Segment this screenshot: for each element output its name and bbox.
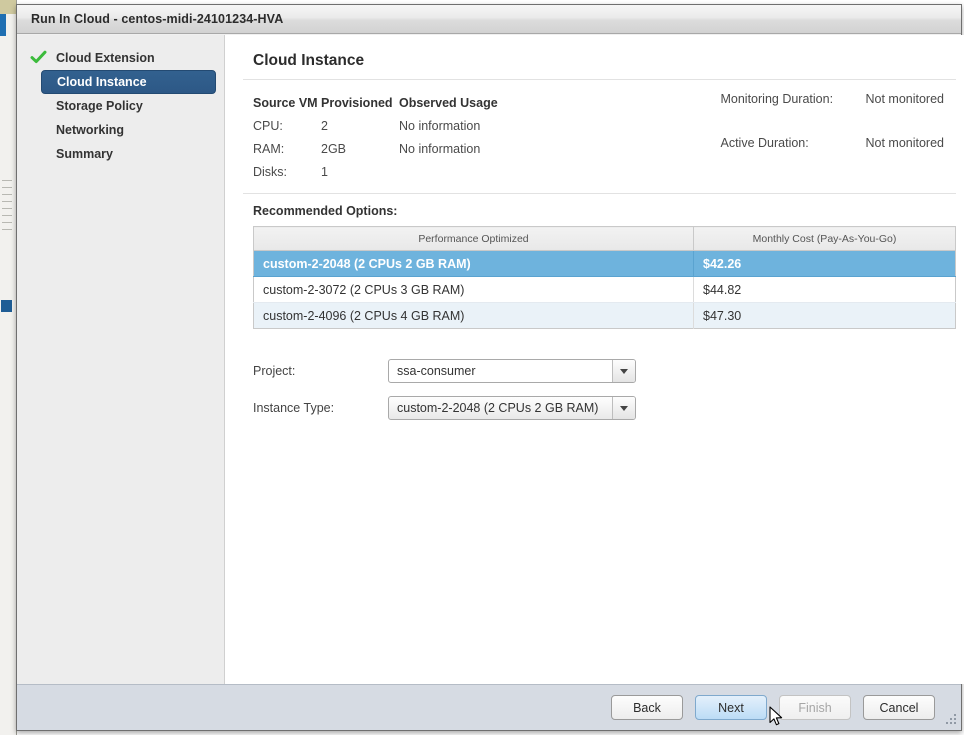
monitoring-duration-row: Monitoring Duration: Not monitored <box>720 92 944 136</box>
wizard-step-sidebar: Cloud Extension Cloud Instance Storage P… <box>17 35 225 684</box>
summary-table: Source VM Provisioned Observed Usage CPU… <box>253 91 599 183</box>
active-duration-row: Active Duration: Not monitored <box>720 136 944 180</box>
summary-row-cpu: CPU: 2 No information <box>253 114 599 137</box>
sidebar-item-label: Storage Policy <box>56 99 143 113</box>
active-duration-label: Active Duration: <box>720 136 809 150</box>
recommended-options-table[interactable]: Performance Optimized Monthly Cost (Pay-… <box>253 226 956 329</box>
green-check-icon <box>30 49 47 66</box>
dialog-titlebar[interactable]: Run In Cloud - centos-midi-24101234-HVA <box>17 5 961 34</box>
sidebar-item-cloud-extension[interactable]: Cloud Extension <box>30 46 216 70</box>
chevron-down-icon[interactable] <box>612 360 635 382</box>
summary-observed: No information <box>399 118 481 133</box>
background-window-highlight <box>1 300 12 312</box>
sidebar-item-networking[interactable]: Networking <box>41 118 216 142</box>
summary-header-source-vm: Source VM <box>253 95 318 110</box>
instance-form: Project: ssa-consumer Instance Type: cus… <box>243 329 956 422</box>
sidebar-item-storage-policy[interactable]: Storage Policy <box>41 94 216 118</box>
summary-header-provisioned: Provisioned <box>321 95 393 110</box>
option-cost: $42.26 <box>693 250 956 277</box>
run-in-cloud-dialog: Run In Cloud - centos-midi-24101234-HVA … <box>16 4 964 731</box>
monitoring-duration-label: Monitoring Duration: <box>720 92 834 106</box>
sidebar-item-label: Cloud Instance <box>57 75 147 89</box>
cancel-button[interactable]: Cancel <box>863 695 935 720</box>
option-cost: $44.82 <box>693 276 956 303</box>
sidebar-item-label: Summary <box>56 147 113 161</box>
summary-row-disks: Disks: 1 <box>253 160 599 183</box>
recommended-options-label: Recommended Options: <box>253 204 398 218</box>
active-duration-value: Not monitored <box>865 136 944 150</box>
dialog-body: Cloud Extension Cloud Instance Storage P… <box>17 35 964 684</box>
table-row[interactable]: custom-2-3072 (2 CPUs 3 GB RAM) $44.82 <box>253 276 956 303</box>
dialog-title: Run In Cloud - centos-midi-24101234-HVA <box>31 12 284 26</box>
column-header-performance-optimized[interactable]: Performance Optimized <box>253 226 694 251</box>
option-cost: $47.30 <box>693 302 956 329</box>
background-window-list <box>2 180 12 380</box>
summary-label: RAM: <box>253 141 285 156</box>
background-window-accent <box>0 14 6 36</box>
option-name: custom-2-4096 (2 CPUs 4 GB RAM) <box>253 302 694 329</box>
column-header-monthly-cost[interactable]: Monthly Cost (Pay-As-You-Go) <box>693 226 956 251</box>
project-label: Project: <box>253 364 296 378</box>
chevron-down-icon[interactable] <box>612 397 635 419</box>
instance-type-select-value: custom-2-2048 (2 CPUs 2 GB RAM) <box>397 401 599 415</box>
project-row: Project: ssa-consumer <box>253 357 956 385</box>
summary-provisioned: 2GB <box>321 141 347 156</box>
table-header-row: Performance Optimized Monthly Cost (Pay-… <box>253 226 956 251</box>
dialog-footer: Back Next Finish Cancel <box>17 684 961 730</box>
table-row[interactable]: custom-2-4096 (2 CPUs 4 GB RAM) $47.30 <box>253 302 956 329</box>
instance-type-select[interactable]: custom-2-2048 (2 CPUs 2 GB RAM) <box>388 396 636 420</box>
sidebar-item-label: Networking <box>56 123 125 137</box>
option-name: custom-2-3072 (2 CPUs 3 GB RAM) <box>253 276 694 303</box>
next-button[interactable]: Next <box>695 695 767 720</box>
instance-type-row: Instance Type: custom-2-2048 (2 CPUs 2 G… <box>253 394 956 422</box>
back-button[interactable]: Back <box>611 695 683 720</box>
summary-label: CPU: <box>253 118 283 133</box>
page-title: Cloud Instance <box>253 52 365 69</box>
monitoring-summary: Monitoring Duration: Not monitored Activ… <box>720 91 956 183</box>
summary-row-ram: RAM: 2GB No information <box>253 137 599 160</box>
instance-type-label: Instance Type: <box>253 401 335 415</box>
sidebar-item-summary[interactable]: Summary <box>41 142 216 166</box>
monitoring-duration-value: Not monitored <box>865 92 944 106</box>
table-row[interactable]: custom-2-2048 (2 CPUs 2 GB RAM) $42.26 <box>253 250 956 277</box>
resize-grip-icon[interactable] <box>944 714 957 727</box>
summary-observed: No information <box>399 141 481 156</box>
background-window-strip <box>0 0 17 735</box>
project-select[interactable]: ssa-consumer <box>388 359 636 383</box>
sidebar-item-cloud-instance[interactable]: Cloud Instance <box>41 70 216 94</box>
background-window-titlebar <box>0 0 16 14</box>
project-select-value: ssa-consumer <box>397 364 476 378</box>
main-panel: Cloud Instance Source VM Provisioned Obs… <box>225 35 964 684</box>
summary-header-observed-usage: Observed Usage <box>399 95 498 110</box>
summary-header-row: Source VM Provisioned Observed Usage <box>253 91 599 114</box>
summary-label: Disks: <box>253 164 288 179</box>
summary-provisioned: 2 <box>321 118 328 133</box>
option-name: custom-2-2048 (2 CPUs 2 GB RAM) <box>253 250 694 277</box>
sidebar-item-label: Cloud Extension <box>56 51 155 65</box>
finish-button: Finish <box>779 695 851 720</box>
summary-provisioned: 1 <box>321 164 328 179</box>
source-vm-summary: Source VM Provisioned Observed Usage CPU… <box>243 80 956 193</box>
